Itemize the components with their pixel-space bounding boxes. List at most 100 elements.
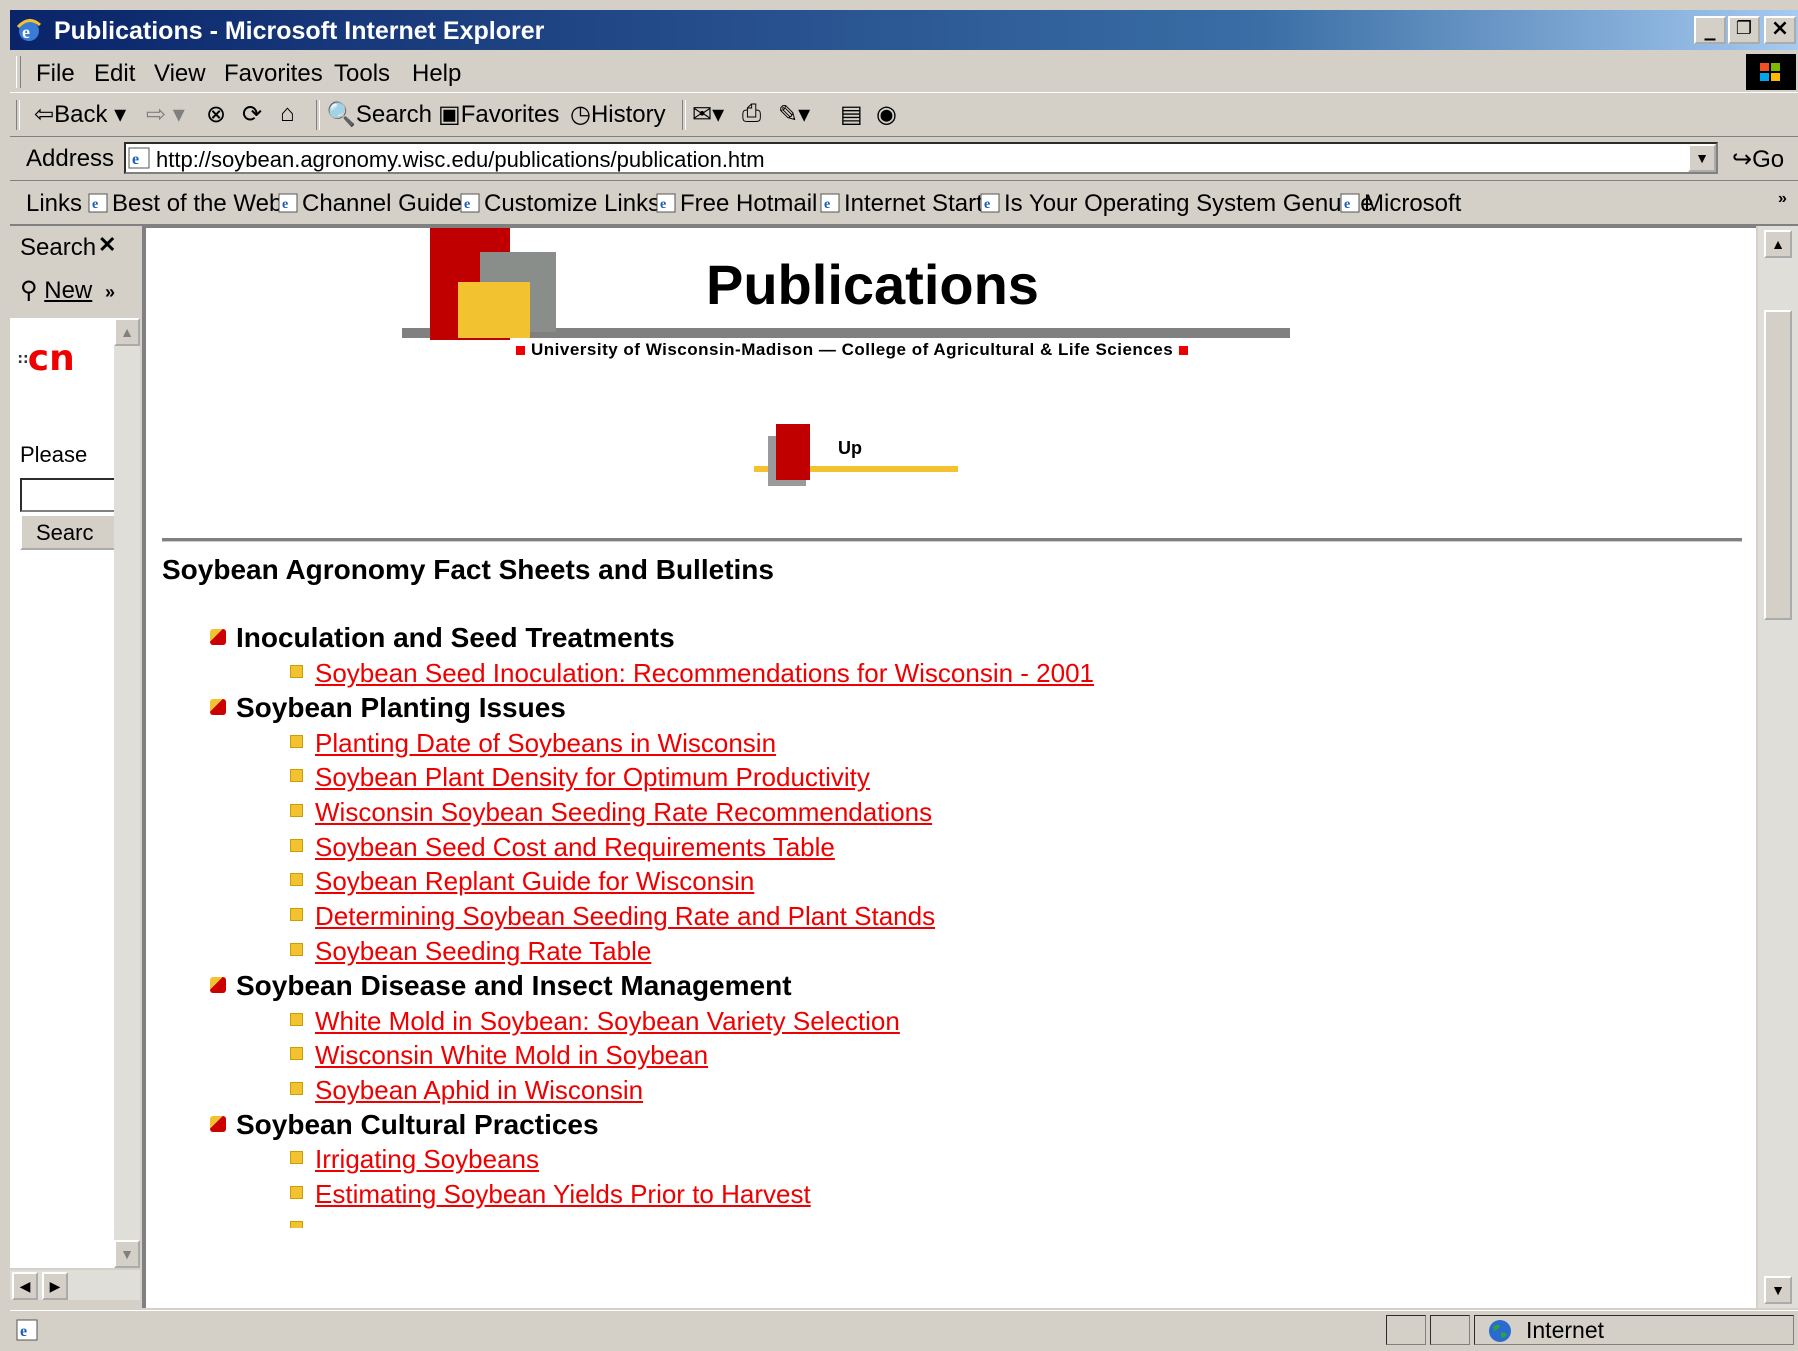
cnet-logo: ∷cn <box>18 338 75 379</box>
favorites-button[interactable]: ▣Favorites <box>438 100 559 129</box>
zone-cell <box>1474 1315 1794 1345</box>
publication-link[interactable]: Soybean Replant Guide for Wisconsin <box>290 866 754 897</box>
new-search-icon: ⚲ <box>20 277 38 304</box>
link-channel-guide[interactable]: e Channel Guide <box>278 190 462 218</box>
links-label: Links <box>26 190 83 217</box>
page-vertical-scrollbar[interactable]: ▲ ▼ <box>1758 226 1798 1308</box>
edit-icon[interactable]: ✎▾ <box>778 100 810 129</box>
bullet-icon <box>290 943 303 956</box>
globe-icon <box>1489 1320 1511 1342</box>
publication-link[interactable]: Soybean Seeding Rate Table <box>290 936 651 967</box>
publication-link[interactable]: Wisconsin White Mold in Soybean <box>290 1040 708 1071</box>
refresh-icon[interactable]: ⟳ <box>242 100 262 129</box>
menu-view[interactable]: View <box>154 60 206 88</box>
menu-tools[interactable]: Tools <box>334 60 390 88</box>
address-url[interactable]: http://soybean.agronomy.wisc.edu/publica… <box>156 147 765 173</box>
bullet-icon <box>290 769 303 782</box>
browser-window: e Publications - Microsoft Internet Expl… <box>10 10 1798 1351</box>
bullet-icon <box>290 735 303 748</box>
minimize-button[interactable]: _ <box>1694 16 1726 44</box>
menu-help[interactable]: Help <box>412 60 461 88</box>
svg-text:e: e <box>464 197 470 212</box>
explorer-search-button[interactable]: Searc <box>20 514 114 550</box>
history-button[interactable]: ◷History <box>570 100 666 129</box>
mail-icon[interactable]: ✉▾ <box>692 100 724 129</box>
bullet-icon <box>290 1221 303 1228</box>
scroll-down-icon[interactable]: ▼ <box>114 1240 140 1268</box>
category-heading: Inoculation and Seed Treatments <box>210 622 675 654</box>
go-arrow-icon: ↪ <box>1732 146 1753 173</box>
publication-link[interactable]: Soybean Seed Inoculation: Recommendation… <box>290 658 1094 689</box>
back-button[interactable]: ⇦Back ▾ <box>34 100 126 129</box>
publication-link[interactable]: Planting Date of Soybeans in Wisconsin <box>290 728 776 759</box>
forward-button[interactable]: ⇨ ▾ <box>146 100 185 129</box>
scroll-up-icon[interactable]: ▲ <box>1764 230 1792 258</box>
links-bar: Links e Best of the Web e Channel Guide eC… <box>10 182 1798 226</box>
category-heading: Soybean Disease and Insect Management <box>210 970 792 1002</box>
publication-link[interactable]: Determining Soybean Seeding Rate and Pla… <box>290 901 935 932</box>
page-status-icon: e <box>16 1319 38 1341</box>
close-window-button[interactable]: × <box>1764 16 1796 44</box>
publication-link-partial[interactable] <box>290 1214 315 1228</box>
section-heading: Soybean Agronomy Fact Sheets and Bulleti… <box>162 554 774 585</box>
stop-icon[interactable]: ⊗ <box>206 100 226 129</box>
scroll-right-icon[interactable]: ▶ <box>42 1272 68 1300</box>
scroll-up-icon[interactable]: ▲ <box>114 318 140 346</box>
page-title: Publications <box>706 253 1039 316</box>
scroll-down-icon[interactable]: ▼ <box>1764 1276 1792 1304</box>
link-customize-links[interactable]: e Customize Links <box>460 190 660 218</box>
address-input[interactable]: e http://soybean.agronomy.wisc.edu/publi… <box>124 142 1718 174</box>
toolbar-grip <box>16 56 21 88</box>
search-icon: 🔍 <box>326 101 356 128</box>
menu-file[interactable]: File <box>36 60 75 88</box>
publication-link[interactable]: Soybean Plant Density for Optimum Produc… <box>290 762 870 793</box>
scroll-thumb[interactable] <box>1764 310 1792 620</box>
bullet-icon <box>290 1047 303 1060</box>
category-heading: Soybean Planting Issues <box>210 692 566 724</box>
scroll-left-icon[interactable]: ◀ <box>12 1272 38 1300</box>
svg-text:e: e <box>984 197 990 212</box>
explorer-pane: ∷cn Please Searc <box>10 318 114 1268</box>
search-explorer-bar: Search ✕ ⚲ New » ∷cn Please Searc ▲ ▼ ◀ … <box>10 226 144 1308</box>
home-icon[interactable]: ⌂ <box>280 100 295 128</box>
history-icon: ◷ <box>570 101 591 128</box>
page-icon: e <box>278 193 298 213</box>
messenger-icon[interactable]: ◉ <box>876 100 897 129</box>
address-dropdown-button[interactable]: ▼ <box>1688 144 1716 172</box>
bullet-icon <box>290 1013 303 1026</box>
up-link[interactable]: Up <box>838 438 862 459</box>
publication-link[interactable]: Soybean Seed Cost and Requirements Table <box>290 832 835 863</box>
page-icon: e <box>656 193 676 213</box>
restore-button[interactable]: ❐ <box>1728 16 1760 44</box>
explorer-search-input[interactable] <box>20 478 114 512</box>
discuss-icon[interactable]: ▤ <box>840 100 863 129</box>
svg-text:e: e <box>660 197 666 212</box>
status-bar: e Internet <box>10 1310 1798 1351</box>
explorer-new-button[interactable]: ⚲ New » <box>20 276 115 305</box>
explorer-horizontal-scrollbar[interactable]: ◀ ▶ <box>10 1270 140 1300</box>
search-button[interactable]: 🔍Search <box>326 100 432 129</box>
explorer-close-icon[interactable]: ✕ <box>98 232 116 258</box>
publication-link[interactable]: Irrigating Soybeans <box>290 1144 539 1175</box>
bullet-icon <box>210 1116 226 1132</box>
link-free-hotmail[interactable]: e Free Hotmail <box>656 190 817 218</box>
horizontal-divider <box>162 538 1742 542</box>
menu-bar: File Edit View Favorites Tools Help <box>10 52 1798 93</box>
links-overflow-chevron-icon[interactable]: » <box>1778 190 1787 208</box>
publication-link[interactable]: Soybean Aphid in Wisconsin <box>290 1075 643 1106</box>
page-icon: e <box>88 193 108 213</box>
link-best-of-web[interactable]: e Best of the Web <box>88 190 282 218</box>
publication-link[interactable]: White Mold in Soybean: Soybean Variety S… <box>290 1006 900 1037</box>
title-bar: e Publications - Microsoft Internet Expl… <box>10 10 1798 50</box>
print-icon[interactable]: ⎙ <box>742 100 761 128</box>
menu-favorites[interactable]: Favorites <box>224 60 323 88</box>
link-os-genuine[interactable]: e Is Your Operating System Genuine <box>980 190 1374 218</box>
explorer-vertical-scrollbar[interactable]: ▲ ▼ <box>114 318 140 1268</box>
go-button[interactable]: ↪Go <box>1732 145 1784 174</box>
link-microsoft[interactable]: e Microsoft <box>1340 190 1461 218</box>
link-internet-start[interactable]: e Internet Start <box>820 190 983 218</box>
publication-link[interactable]: Wisconsin Soybean Seeding Rate Recommend… <box>290 797 932 828</box>
publication-link[interactable]: Estimating Soybean Yields Prior to Harve… <box>290 1179 811 1210</box>
svg-text:e: e <box>92 197 98 212</box>
menu-edit[interactable]: Edit <box>94 60 135 88</box>
